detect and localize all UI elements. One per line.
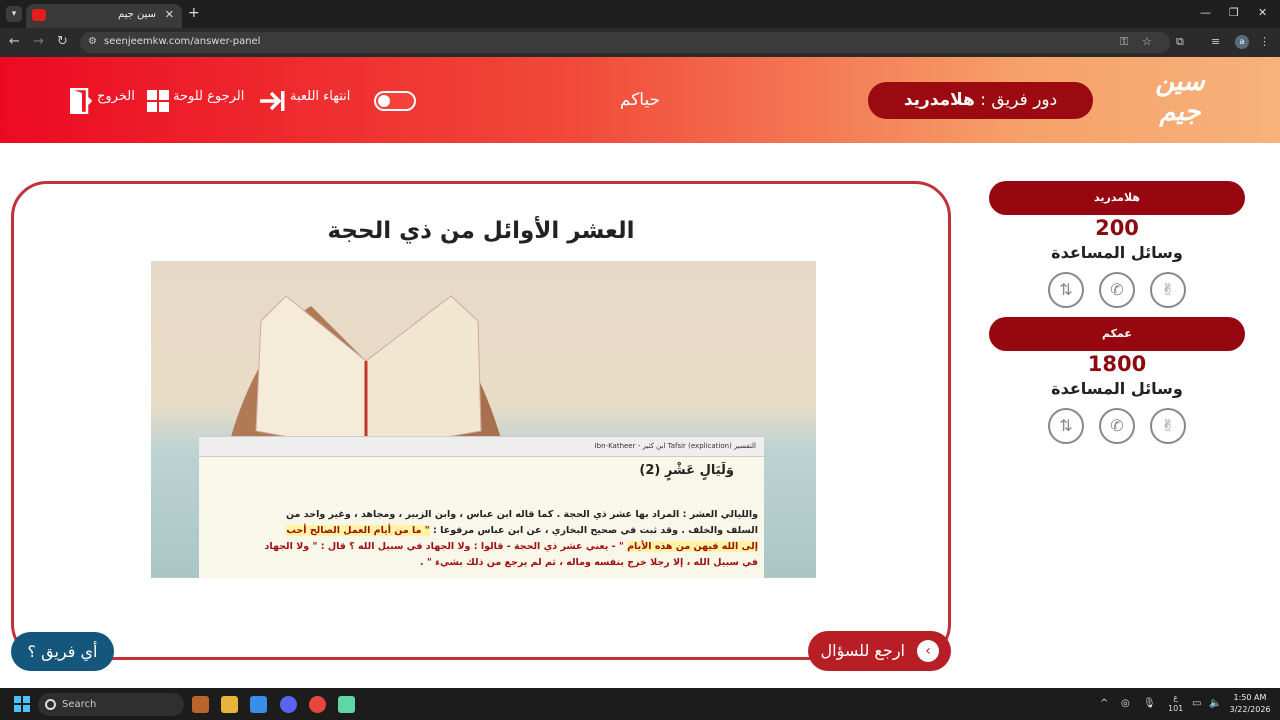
search-icon bbox=[45, 699, 56, 710]
extensions-icon[interactable]: ⧉ bbox=[1176, 35, 1184, 49]
keyboard-language[interactable]: ع 101 bbox=[1168, 692, 1183, 714]
volume-icon[interactable]: 🔈 bbox=[1209, 698, 1221, 709]
media-controls-icon[interactable]: ≡ bbox=[1211, 35, 1220, 48]
team-turn-name: هلامدريد bbox=[903, 90, 975, 110]
open-quran-illustration bbox=[226, 295, 506, 456]
url-text: seenjeemkw.com/answer-panel bbox=[104, 36, 261, 47]
site-header: سين جيم دور فريق : هلامدريد حياكم انتهاء… bbox=[0, 57, 1280, 143]
lang-label: ع bbox=[1173, 693, 1179, 702]
back-to-question-button[interactable]: ارجع للسؤال › bbox=[808, 631, 951, 671]
show-hidden-icons-icon[interactable]: ^ bbox=[1100, 698, 1108, 709]
team-1-call-friend-icon[interactable]: ✆ bbox=[1099, 272, 1135, 308]
greeting-text: حياكم bbox=[619, 90, 661, 110]
profile-avatar[interactable]: a bbox=[1235, 35, 1249, 49]
tafsir-line: إلى الله فيهن من هذه الأيام " - يعني عشر… bbox=[205, 539, 758, 555]
team-1-two-answers-icon[interactable]: ✌ bbox=[1150, 272, 1186, 308]
password-key-icon[interactable]: ⚿ bbox=[1120, 35, 1128, 49]
taskbar-app-icon[interactable] bbox=[192, 696, 209, 713]
back-icon[interactable]: ← bbox=[9, 34, 20, 49]
browser-tab-bar: ▾ سين جيم ✕ + — ❐ ✕ bbox=[0, 0, 1280, 28]
end-game-label[interactable]: انتهاء اللعبة bbox=[290, 89, 350, 104]
team-1-aids-label: وسائل المساعدة bbox=[1051, 243, 1183, 262]
tafsir-highlight: " ما من أيام العمل الصالح أحب bbox=[286, 525, 430, 536]
windows-taskbar: Search ^ ◎ 🎙 ع 101 ▭ 🔈 1:50 AM 3/22/2026 bbox=[0, 688, 1280, 720]
team-2-name-pill: عمكم bbox=[989, 317, 1245, 351]
tafsir-line: في سبيل الله ، إلا رجلا خرج بنفسه وماله … bbox=[420, 557, 758, 568]
reload-icon[interactable]: ↻ bbox=[57, 34, 68, 49]
new-tab-icon[interactable]: + bbox=[188, 5, 200, 21]
question-title: العشر الأوائل من ذي الحجة bbox=[327, 218, 635, 244]
tafsir-line: السلف والخلف . وقد ثبت في صحيح البخاري ،… bbox=[205, 523, 758, 539]
team-1-name-pill: هلامدريد bbox=[989, 181, 1245, 215]
tab-list-button[interactable]: ▾ bbox=[6, 6, 22, 22]
back-to-board-arrow-icon[interactable] bbox=[258, 90, 286, 112]
address-bar-row: ← → ↻ ⚙ seenjeemkw.com/answer-panel ⚿ ☆ … bbox=[0, 28, 1280, 57]
bookmark-star-icon[interactable]: ☆ bbox=[1142, 35, 1152, 48]
team-turn-label: دور فريق : bbox=[974, 90, 1058, 110]
tab-title: سين جيم bbox=[117, 9, 156, 20]
team-2-aids-label: وسائل المساعدة bbox=[1051, 379, 1183, 398]
tafsir-verse: وَلَيَالٍ عَشْرٍ (2) bbox=[639, 463, 734, 478]
close-window-icon[interactable]: ✕ bbox=[1258, 6, 1267, 19]
taskbar-clock[interactable]: 1:50 AM 3/22/2026 bbox=[1228, 692, 1272, 716]
tab-close-icon[interactable]: ✕ bbox=[165, 8, 174, 21]
site-logo[interactable]: سين جيم bbox=[1140, 67, 1220, 133]
team-turn-badge: دور فريق : هلامدريد bbox=[868, 82, 1093, 119]
clock-time: 1:50 AM bbox=[1233, 693, 1267, 702]
store-icon[interactable] bbox=[250, 696, 267, 713]
exit-label[interactable]: الخروج bbox=[97, 89, 135, 104]
team-2-two-answers-icon[interactable]: ✌ bbox=[1150, 408, 1186, 444]
url-field[interactable]: ⚙ seenjeemkw.com/answer-panel bbox=[80, 32, 1170, 53]
restore-icon[interactable]: ❐ bbox=[1229, 6, 1239, 19]
team-1-score: 200 bbox=[1095, 216, 1139, 240]
tafsir-toolbar: التفسير Tafsir (explication) ابن كثير - … bbox=[199, 437, 764, 457]
team-2-score: 1800 bbox=[1087, 352, 1147, 376]
forward-icon[interactable]: → bbox=[33, 34, 44, 49]
taskbar-search-box[interactable]: Search bbox=[38, 693, 184, 716]
tafsir-highlight: إلى الله فيهن من هذه الأيام bbox=[627, 541, 758, 552]
question-image: التفسير Tafsir (explication) ابن كثير - … bbox=[151, 261, 816, 578]
microphone-icon[interactable]: 🎙 bbox=[1143, 698, 1156, 709]
team-1-switch-question-icon[interactable]: ⇅ bbox=[1048, 272, 1084, 308]
tafsir-screenshot: التفسير Tafsir (explication) ابن كثير - … bbox=[199, 436, 764, 578]
which-team-button[interactable]: أي فريق ؟ bbox=[11, 632, 114, 671]
site-info-icon[interactable]: ⚙ bbox=[88, 36, 97, 47]
end-game-toggle[interactable] bbox=[374, 91, 416, 111]
network-icon[interactable]: ▭ bbox=[1192, 698, 1201, 709]
windows-start-icon[interactable] bbox=[14, 696, 30, 712]
team-2-switch-question-icon[interactable]: ⇅ bbox=[1048, 408, 1084, 444]
tafsir-text: والليالي العشر : المراد بها عشر ذي الحجة… bbox=[205, 507, 758, 571]
team-2-call-friend-icon[interactable]: ✆ bbox=[1099, 408, 1135, 444]
tray-app-icon[interactable]: ◎ bbox=[1121, 698, 1130, 709]
chevron-right-icon: › bbox=[917, 640, 939, 662]
file-explorer-icon[interactable] bbox=[221, 696, 238, 713]
back-to-board-label[interactable]: الرجوع للوحة bbox=[173, 89, 244, 104]
browser-tab[interactable]: سين جيم ✕ bbox=[26, 4, 182, 28]
logo-line-1: سين bbox=[1155, 67, 1205, 97]
logo-line-2: جيم bbox=[1159, 97, 1201, 127]
clock-date: 3/22/2026 bbox=[1229, 705, 1271, 714]
back-to-question-label: ارجع للسؤال bbox=[820, 641, 905, 660]
discord-icon[interactable] bbox=[280, 696, 297, 713]
taskbar-app-icon[interactable] bbox=[338, 696, 355, 713]
lang-sub: 101 bbox=[1168, 704, 1184, 713]
question-panel: العشر الأوائل من ذي الحجة التفسير Tafsir… bbox=[11, 181, 951, 660]
browser-menu-icon[interactable]: ⋮ bbox=[1259, 35, 1270, 48]
minimize-icon[interactable]: — bbox=[1200, 6, 1211, 19]
tafsir-line: والليالي العشر : المراد بها عشر ذي الحجة… bbox=[286, 509, 758, 520]
exit-door-icon[interactable] bbox=[70, 88, 92, 114]
tafsir-segment: " - يعني عشر ذي الحجة - قالوا : ولا الجه… bbox=[264, 541, 628, 552]
chrome-icon[interactable] bbox=[309, 696, 326, 713]
board-grid-icon[interactable] bbox=[147, 90, 169, 112]
tafsir-segment: السلف والخلف . وقد ثبت في صحيح البخاري ،… bbox=[429, 525, 758, 536]
site-favicon-icon bbox=[32, 9, 46, 21]
